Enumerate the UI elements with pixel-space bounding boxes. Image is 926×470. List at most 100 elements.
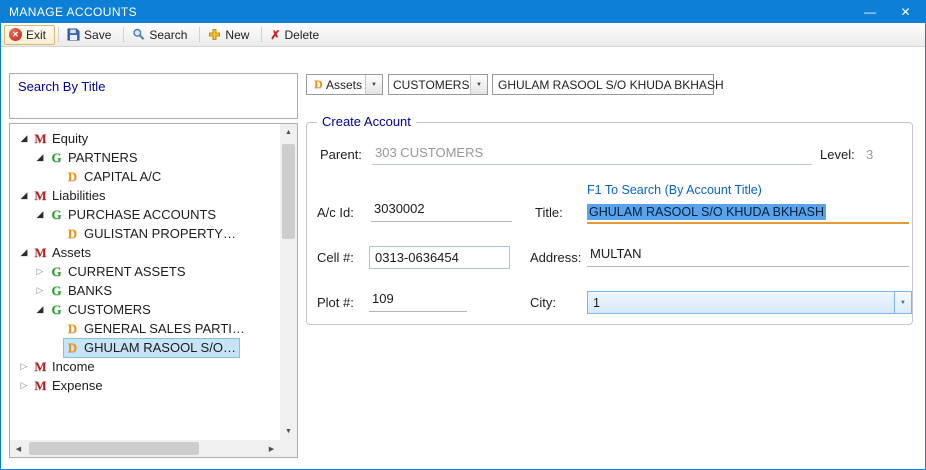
- account-d-icon: D: [64, 321, 81, 337]
- toolbar-separator: [261, 27, 262, 42]
- account-g-icon: G: [48, 207, 65, 223]
- search-button[interactable]: Search: [127, 25, 196, 45]
- tree-item[interactable]: DGULISTAN PROPERTY…: [10, 224, 280, 243]
- account-d-icon: D: [64, 340, 81, 356]
- title-search-input[interactable]: [18, 95, 289, 111]
- account-d-icon: D: [64, 226, 81, 242]
- tree-item[interactable]: DCAPITAL A/C: [10, 167, 280, 186]
- account-m-icon: M: [32, 131, 49, 147]
- account-name-value: GHULAM RASOOL S/O KHUDA BKHASH: [498, 78, 724, 92]
- toolbar-separator: [199, 27, 200, 42]
- scroll-right-icon[interactable]: ▶: [263, 440, 280, 457]
- manage-accounts-window: MANAGE ACCOUNTS — ✕ ✕ Exit Save Search N…: [0, 0, 926, 470]
- tree-item-label: Liabilities: [52, 188, 105, 203]
- tree-item[interactable]: ▷MExpense: [10, 376, 280, 395]
- tree-item[interactable]: ◢MAssets: [10, 243, 280, 262]
- tree-item-label: GULISTAN PROPERTY…: [84, 226, 236, 241]
- collapsed-arrow-icon[interactable]: ▷: [32, 262, 48, 281]
- create-account-groupbox: Create Account Parent: 303 CUSTOMERS Lev…: [306, 122, 913, 325]
- tree-item[interactable]: ◢GPARTNERS: [10, 148, 280, 167]
- plot-label: Plot #:: [317, 295, 354, 310]
- exit-label: Exit: [26, 28, 46, 42]
- collapsed-arrow-icon[interactable]: ▷: [16, 376, 32, 395]
- collapsed-arrow-icon[interactable]: ▷: [32, 281, 48, 300]
- tree-item-label: GENERAL SALES PARTI…: [84, 321, 245, 336]
- title-field[interactable]: GHULAM RASOOL S/O KHUDA BKHASH: [587, 201, 909, 224]
- save-button[interactable]: Save: [62, 25, 120, 45]
- window-title: MANAGE ACCOUNTS: [9, 5, 137, 19]
- account-name-box[interactable]: GHULAM RASOOL S/O KHUDA BKHASH: [492, 74, 714, 95]
- vertical-scrollbar[interactable]: ▲ ▼: [280, 124, 297, 440]
- account-g-icon: G: [48, 150, 65, 166]
- tree-item-label: CURRENT ASSETS: [68, 264, 186, 279]
- f1-search-hint: F1 To Search (By Account Title): [587, 183, 762, 197]
- scroll-down-icon[interactable]: ▼: [280, 423, 297, 440]
- tree-item-label: CAPITAL A/C: [84, 169, 161, 184]
- chevron-down-icon[interactable]: ▼: [470, 75, 487, 94]
- horizontal-scroll-thumb[interactable]: [29, 442, 199, 455]
- tree-item-label: GHULAM RASOOL S/O…: [84, 340, 236, 355]
- minimize-button[interactable]: —: [864, 6, 876, 18]
- search-icon: [132, 28, 145, 41]
- toolbar-separator: [123, 27, 124, 42]
- tree-item[interactable]: DGHULAM RASOOL S/O…: [10, 338, 280, 357]
- account-id-label: A/c Id:: [317, 205, 354, 220]
- delete-button[interactable]: ✗ Delete: [265, 25, 328, 45]
- tree-item-label: Income: [52, 359, 95, 374]
- tree-item[interactable]: DGENERAL SALES PARTI…: [10, 319, 280, 338]
- collapsed-arrow-icon[interactable]: ▷: [16, 357, 32, 376]
- tree-item[interactable]: ◢GPURCHASE ACCOUNTS: [10, 205, 280, 224]
- city-combo[interactable]: 1 ▼: [587, 291, 912, 314]
- account-m-icon: M: [32, 188, 49, 204]
- account-g-icon: G: [48, 283, 65, 299]
- expanded-arrow-icon[interactable]: ◢: [32, 205, 48, 224]
- cell-label: Cell #:: [317, 250, 354, 265]
- chevron-down-icon[interactable]: ▼: [894, 292, 911, 313]
- new-button[interactable]: New: [203, 25, 258, 45]
- expanded-arrow-icon[interactable]: ◢: [16, 186, 32, 205]
- level-label: Level:: [820, 147, 855, 162]
- scroll-left-icon[interactable]: ◀: [10, 440, 27, 457]
- expanded-arrow-icon[interactable]: ◢: [32, 300, 48, 319]
- tree-item[interactable]: ◢MLiabilities: [10, 186, 280, 205]
- close-button[interactable]: ✕: [901, 6, 911, 18]
- tree-items: ◢MEquity◢GPARTNERSDCAPITAL A/C◢MLiabilit…: [10, 124, 280, 440]
- account-group-combo[interactable]: CUSTOMERS ▼: [388, 74, 488, 95]
- horizontal-scrollbar[interactable]: ◀ ▶: [10, 440, 280, 457]
- chevron-down-icon[interactable]: ▼: [365, 75, 382, 94]
- cell-field[interactable]: 0313-0636454: [369, 246, 510, 269]
- city-value: 1: [593, 296, 600, 310]
- titlebar: MANAGE ACCOUNTS — ✕: [1, 1, 925, 23]
- tree-item[interactable]: ▷MIncome: [10, 357, 280, 376]
- account-id-field[interactable]: 3030002: [371, 201, 512, 222]
- level-field: 3: [863, 147, 873, 162]
- title-label: Title:: [535, 205, 563, 220]
- title-selected-text: GHULAM RASOOL S/O KHUDA BKHASH: [587, 204, 826, 220]
- expanded-arrow-icon[interactable]: ◢: [32, 148, 48, 167]
- tree-item-label: CUSTOMERS: [68, 302, 151, 317]
- search-label: Search: [149, 28, 187, 42]
- tree-item[interactable]: ◢MEquity: [10, 129, 280, 148]
- delete-x-icon: ✗: [270, 28, 280, 42]
- vertical-scroll-thumb[interactable]: [282, 144, 295, 239]
- address-label: Address:: [530, 250, 581, 265]
- plot-field[interactable]: 109: [369, 291, 467, 312]
- toolbar: ✕ Exit Save Search New ✗ Delete: [1, 23, 925, 47]
- account-type-combo[interactable]: D Assets ▼: [306, 74, 383, 95]
- new-plus-icon: [208, 28, 221, 41]
- address-field[interactable]: MULTAN: [587, 246, 909, 267]
- expanded-arrow-icon[interactable]: ◢: [16, 243, 32, 262]
- tree-item[interactable]: ▷GCURRENT ASSETS: [10, 262, 280, 281]
- tree-item[interactable]: ▷GBANKS: [10, 281, 280, 300]
- cell-value: 0313-0636454: [375, 250, 459, 265]
- account-type-value: Assets: [326, 78, 362, 92]
- exit-button[interactable]: ✕ Exit: [4, 25, 55, 45]
- city-label: City:: [530, 295, 556, 310]
- tree-item-label: PURCHASE ACCOUNTS: [68, 207, 216, 222]
- tree-item[interactable]: ◢GCUSTOMERS: [10, 300, 280, 319]
- scroll-up-icon[interactable]: ▲: [280, 124, 297, 141]
- toolbar-separator: [58, 27, 59, 42]
- account-g-icon: G: [48, 302, 65, 318]
- account-type-d-icon: D: [311, 77, 326, 92]
- expanded-arrow-icon[interactable]: ◢: [16, 129, 32, 148]
